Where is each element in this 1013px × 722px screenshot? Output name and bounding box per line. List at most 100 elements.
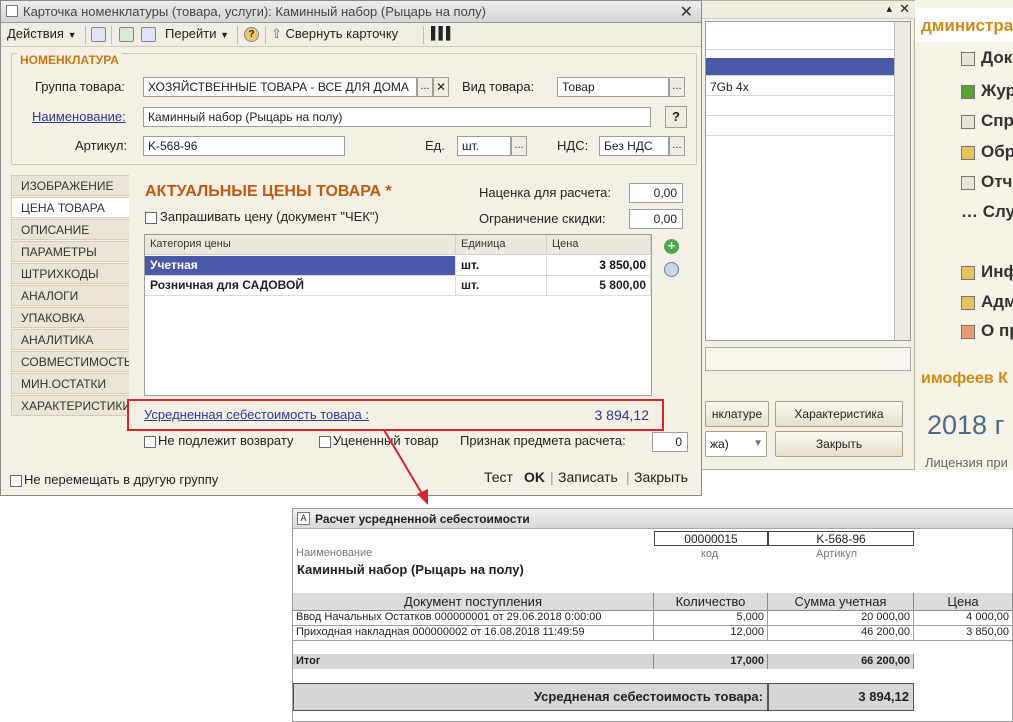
tab-description[interactable]: ОПИСАНИЕ [11, 219, 129, 240]
actions-menu[interactable]: Действия ▼ [7, 26, 77, 41]
list-item-selected[interactable] [706, 58, 896, 76]
refresh-icon[interactable] [119, 27, 134, 42]
non-returnable-checkbox[interactable] [144, 436, 156, 448]
price-type-combo[interactable]: жа) ▼ [705, 431, 767, 457]
close-button[interactable]: Закрыть [775, 431, 903, 457]
product-kind-field[interactable]: Товар [557, 77, 669, 97]
menu-item-documents[interactable]: Док [981, 48, 1013, 74]
vertical-scrollbar[interactable] [894, 22, 910, 340]
table-row-unit[interactable]: шт. [456, 276, 547, 296]
unit-field-label: Ед. [425, 138, 445, 153]
report-title: Расчет усредненной себестоимости [315, 512, 530, 526]
avg-cost-report-value: 3 894,12 [768, 683, 914, 711]
ok-button[interactable]: OK [524, 469, 545, 485]
tab-barcodes[interactable]: ШТРИХКОДЫ [11, 263, 129, 284]
close-button[interactable]: Закрыть [634, 469, 688, 485]
save-icon[interactable] [91, 27, 106, 42]
product-group-field[interactable]: ХОЗЯЙСТВЕННЫЕ ТОВАРА - ВСЕ ДЛЯ ДОМА [143, 77, 417, 97]
tab-analytics[interactable]: АНАЛИТИКА [11, 329, 129, 350]
table-row-price[interactable]: 5 800,00 [547, 276, 651, 296]
menu-item-journals[interactable]: Жур [981, 81, 1013, 107]
article-field-label: Артикул: [75, 138, 128, 153]
add-icon[interactable]: + [664, 239, 679, 254]
markup-input[interactable]: 0,00 [629, 183, 683, 203]
no-move-group-label: Не перемещать в другую группу [24, 472, 219, 487]
goto-menu[interactable]: Перейти ▼ [165, 26, 229, 41]
tab-image[interactable]: ИЗОБРАЖЕНИЕ [11, 175, 129, 196]
menu-item-references[interactable]: Спр [981, 111, 1013, 137]
list-item[interactable]: 7Gb 4x [706, 78, 896, 96]
search-icon[interactable] [664, 262, 679, 277]
pin-icon[interactable]: ▴ [886, 2, 892, 15]
article-field[interactable]: K-568-96 [143, 136, 345, 156]
close-icon[interactable]: ✕ [899, 1, 910, 17]
menu-item-about[interactable]: О пр [981, 321, 1013, 347]
tab-packaging[interactable]: УПАКОВКА [11, 307, 129, 328]
product-name-field[interactable]: Каминный набор (Рыцарь на полу) [143, 107, 651, 127]
column-header-category[interactable]: Категория цены [145, 235, 456, 255]
copy-icon[interactable] [141, 27, 156, 42]
table-row-price: 3 850,00 [914, 625, 1013, 641]
footer-separator: | [550, 469, 554, 485]
tab-analogs[interactable]: АНАЛОГИ [11, 285, 129, 306]
test-button[interactable]: Тест [484, 469, 513, 485]
select-button[interactable]: ... [511, 136, 527, 156]
highlight-box [127, 399, 664, 431]
name-field-label[interactable]: Наименование: [32, 109, 126, 124]
menu-item-processing[interactable]: Обр [981, 142, 1013, 168]
price-table[interactable]: Категория цены Единица Цена Учетная шт. … [144, 234, 652, 396]
tab-min-stock[interactable]: МИН.ОСТАТКИ [11, 373, 129, 394]
tab-price[interactable]: ЦЕНА ТОВАРА [11, 197, 129, 218]
about-icon [961, 325, 975, 339]
table-row-price: 4 000,00 [914, 610, 1013, 626]
subject-input[interactable]: 0 [652, 432, 688, 452]
discount-limit-input[interactable]: 0,00 [629, 209, 683, 229]
tab-characteristics[interactable]: ХАРАКТЕРИСТИКИ [11, 395, 131, 416]
total-sum: 66 200,00 [768, 654, 914, 669]
ask-price-label: Запрашивать цену (документ "ЧЕК") [160, 209, 379, 224]
help-button[interactable]: ? [665, 106, 687, 128]
select-button[interactable]: ... [417, 77, 433, 97]
table-row-category[interactable]: Учетная [145, 256, 456, 276]
help-icon[interactable]: ? [244, 27, 259, 42]
tab-parameters[interactable]: ПАРАМЕТРЫ [11, 241, 129, 262]
no-move-group-checkbox[interactable] [10, 475, 22, 487]
list-item[interactable] [706, 32, 896, 50]
select-button[interactable]: ... [669, 136, 685, 156]
unit-field[interactable]: шт. [457, 136, 511, 156]
code-value: 00000015 [654, 531, 768, 546]
table-row-document: Приходная накладная 000000002 от 16.08.2… [293, 625, 654, 641]
avg-cost-report-window: A Расчет усредненной себестоимости 00000… [292, 508, 1013, 722]
select-button[interactable]: ... [669, 77, 685, 97]
discounted-checkbox[interactable] [319, 436, 331, 448]
subject-label: Признак предмета расчета: [460, 433, 626, 448]
group-field-label: Группа товара: [35, 79, 125, 94]
table-row-category[interactable]: Розничная для САДОВОЙ [145, 276, 456, 296]
right-panel: дминистра Док Жур Спр Обр Отч … Слу Инф … [915, 0, 1013, 470]
nomenclature-card-window: Карточка номенклатуры (товара, услуги): … [0, 0, 702, 496]
column-header-unit[interactable]: Единица [456, 235, 547, 255]
nomenclature-button[interactable]: нклатуре [705, 401, 769, 427]
menu-item-admin[interactable]: Адм [981, 292, 1013, 318]
background-list[interactable]: 7Gb 4x [705, 21, 911, 341]
barcode-icon[interactable]: ▌▌▌ [431, 26, 454, 40]
table-row-unit[interactable]: шт. [456, 256, 547, 276]
column-header-quantity: Количество [654, 593, 768, 611]
ask-price-checkbox[interactable] [145, 212, 157, 224]
menu-item-reports[interactable]: Отч [981, 172, 1013, 198]
column-header-price[interactable]: Цена [547, 235, 651, 255]
list-item[interactable] [706, 98, 896, 116]
close-icon[interactable]: ✕ [680, 2, 693, 22]
menu-item-info[interactable]: Инф [981, 262, 1013, 288]
background-field[interactable] [705, 347, 911, 371]
save-button[interactable]: Записать [558, 469, 618, 485]
vat-field[interactable]: Без НДС [599, 136, 669, 156]
menu-item-services[interactable]: … Слу [961, 202, 1013, 228]
report-titlebar: A Расчет усредненной себестоимости [293, 509, 1013, 529]
tab-compatibility[interactable]: СОВМЕСТИМОСТЬ [11, 351, 132, 372]
table-row-price[interactable]: 3 850,00 [547, 256, 651, 276]
collapse-card-button[interactable]: ⇧ Свернуть карточку [271, 26, 398, 42]
clear-icon[interactable]: ✕ [433, 77, 449, 97]
characteristic-button[interactable]: Характеристика [775, 401, 903, 427]
list-item[interactable] [706, 118, 896, 136]
